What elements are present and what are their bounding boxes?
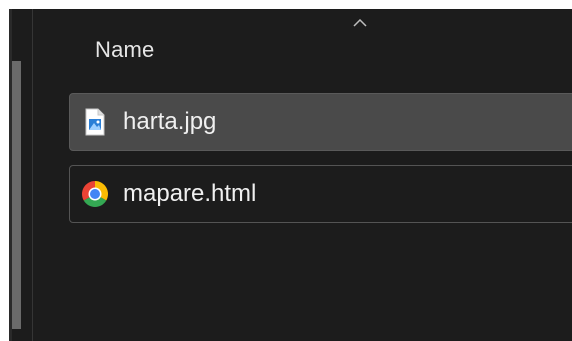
chevron-up-icon xyxy=(353,19,367,27)
file-name: mapare.html xyxy=(123,180,257,207)
file-name: harta.jpg xyxy=(123,108,217,135)
column-header-name[interactable]: Name xyxy=(95,31,235,69)
file-row-harta-jpg[interactable]: harta.jpg xyxy=(69,93,572,151)
chrome-icon xyxy=(80,179,110,209)
image-file-icon xyxy=(80,107,110,137)
navigation-scrollbar[interactable] xyxy=(12,61,21,329)
pane-divider[interactable] xyxy=(32,9,33,341)
file-explorer-window: Name harta.jpg mapare.html xyxy=(9,9,572,341)
column-header-label: Name xyxy=(95,37,155,62)
file-row-mapare-html[interactable]: mapare.html xyxy=(69,165,572,223)
